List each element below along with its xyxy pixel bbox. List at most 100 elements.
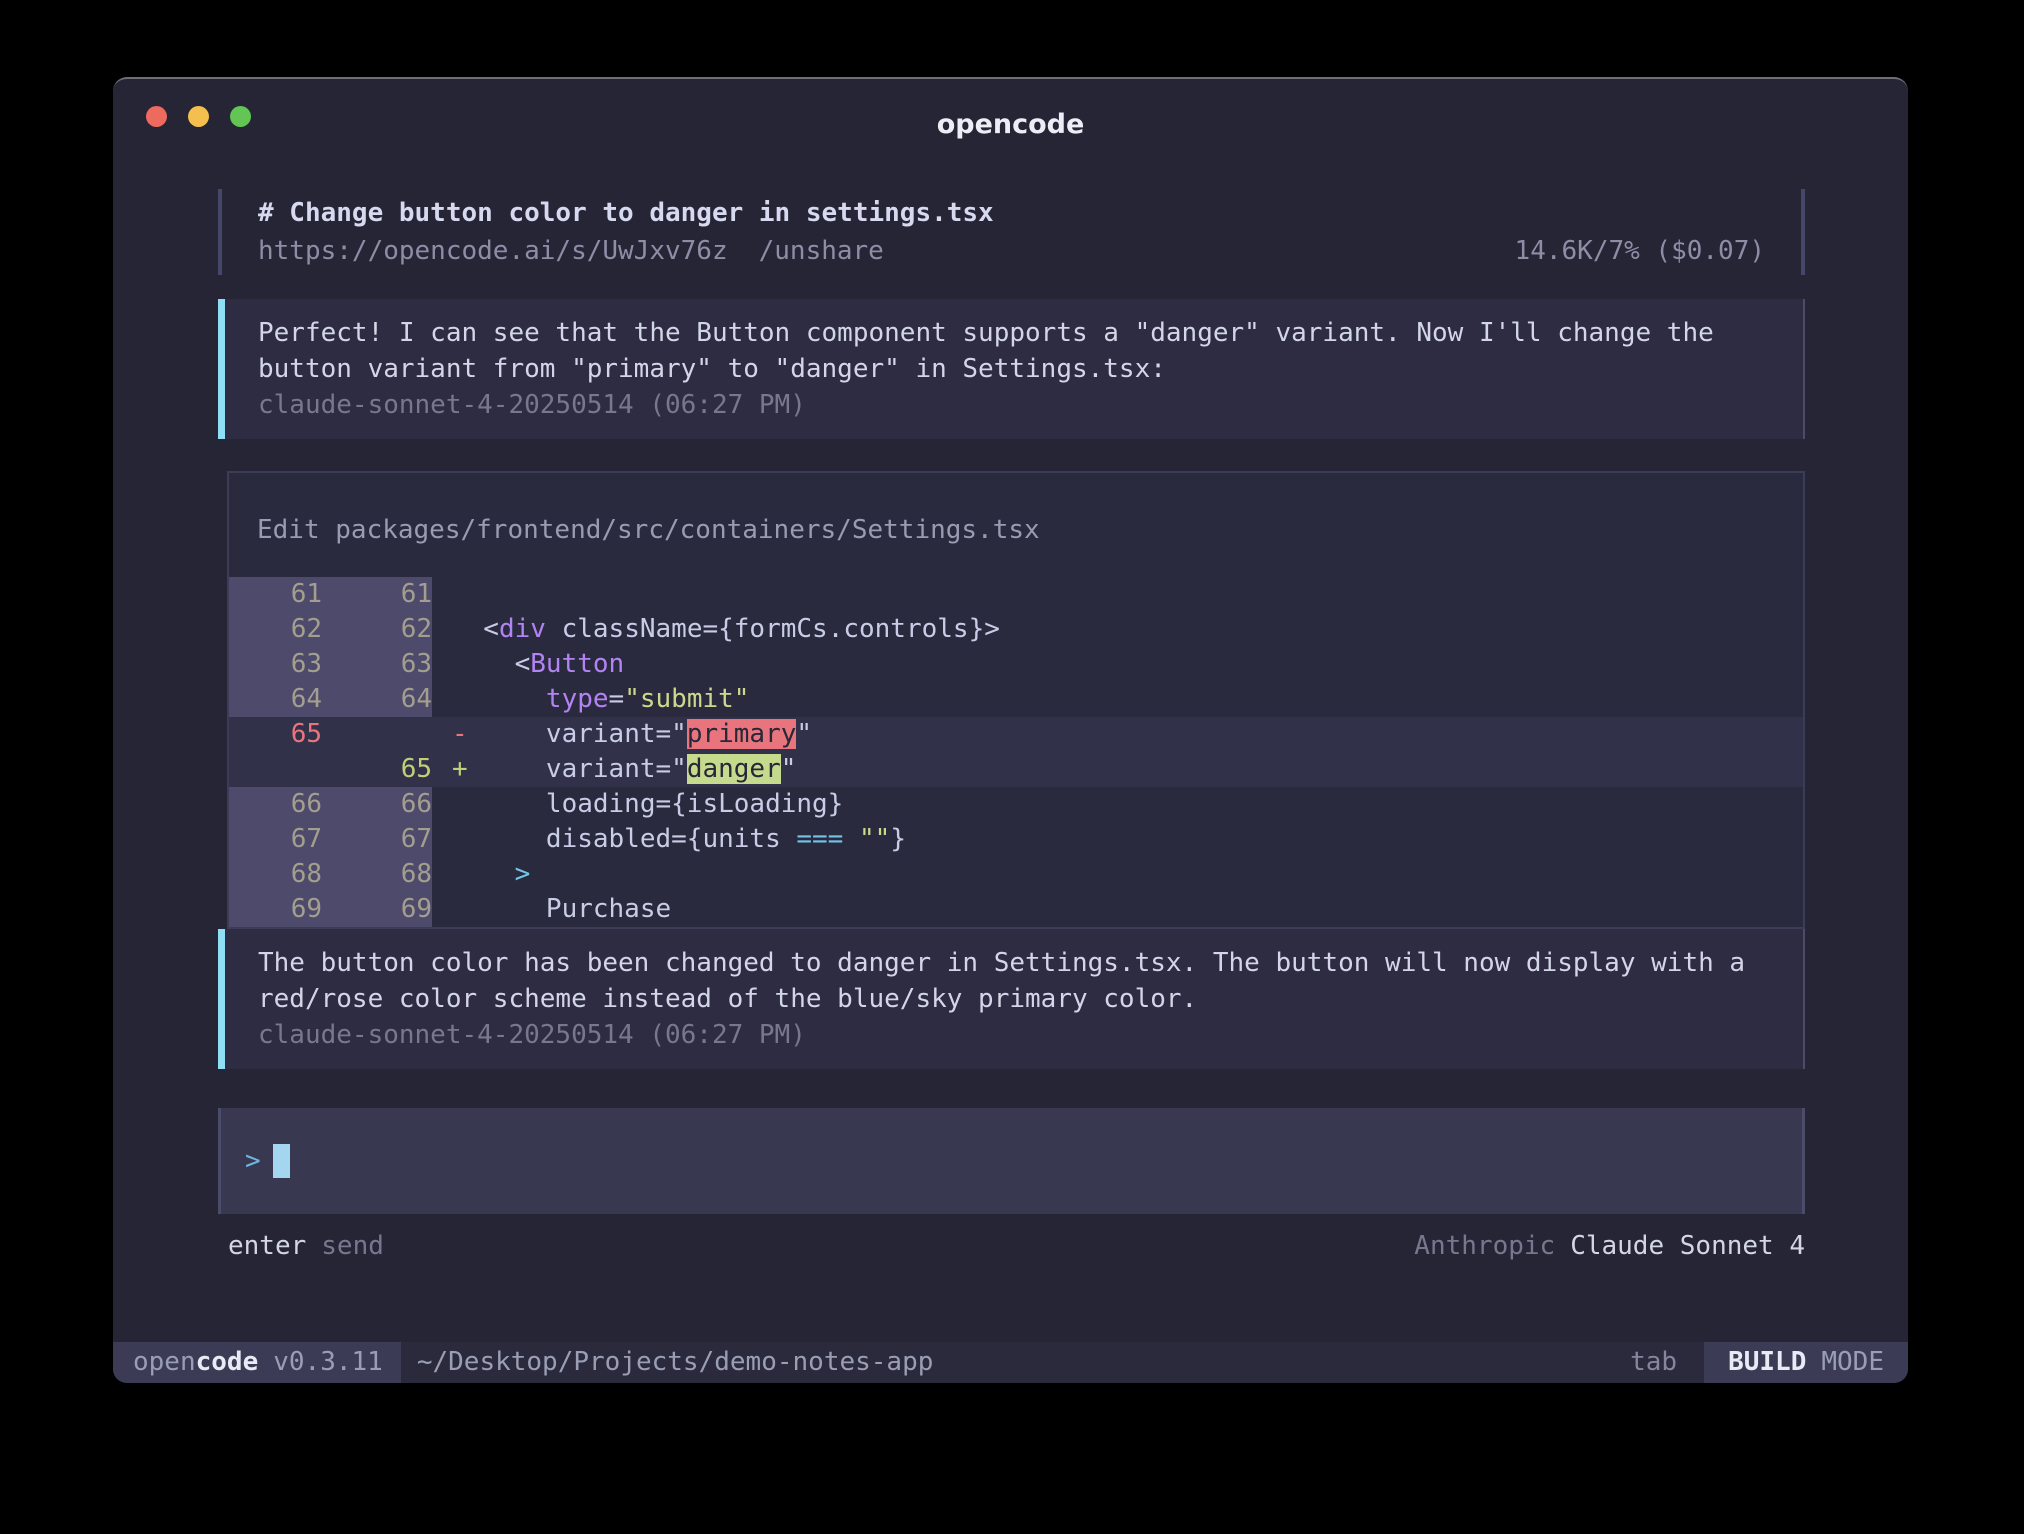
diff-code-line: >: [432, 857, 1803, 892]
diff-row: 6969 Purchase: [229, 892, 1803, 927]
diff-row: 6262 <div className={formCs.controls}>: [229, 612, 1803, 647]
diff-code-line: - variant="primary": [432, 717, 1803, 752]
diff-row: 65+ variant="danger": [229, 752, 1803, 787]
diff-change-marker: -: [452, 719, 468, 749]
working-directory: ~/Desktop/Projects/demo-notes-app: [417, 1342, 934, 1383]
diff-row: 6868 >: [229, 857, 1803, 892]
code-token: <: [452, 614, 499, 644]
code-token: disabled={units: [452, 824, 796, 854]
session-title: # Change button color to danger in setti…: [258, 194, 1765, 232]
mode-label: MODE: [1821, 1342, 1884, 1383]
diff-old-line-number: [229, 752, 322, 787]
assistant-message-meta: claude-sonnet-4-20250514 (06:27 PM): [258, 387, 1763, 423]
app-window: opencode # Change button color to danger…: [113, 77, 1908, 1383]
mode-switch-key-hint: tab: [1630, 1342, 1677, 1383]
diff-old-line-number: 68: [229, 857, 322, 892]
model-indicator: Anthropic Claude Sonnet 4: [1414, 1228, 1805, 1264]
token-usage-stats: 14.6K/7% ($0.07): [1515, 232, 1765, 270]
code-token: ===: [796, 824, 843, 854]
diff-old-line-number: 63: [229, 647, 322, 682]
assistant-message-meta: claude-sonnet-4-20250514 (06:27 PM): [258, 1017, 1763, 1053]
edit-tool-block: Edit packages/frontend/src/containers/Se…: [227, 471, 1805, 929]
diff-old-line-number: 64: [229, 682, 322, 717]
diff-row: 6161: [229, 577, 1803, 612]
input-hints: enter send Anthropic Claude Sonnet 4: [218, 1228, 1805, 1264]
send-hint-key: enter: [228, 1231, 306, 1261]
text-cursor: [273, 1144, 290, 1178]
window-title: opencode: [113, 109, 1908, 140]
diff-new-line-number: 64: [322, 682, 432, 717]
code-token: type: [546, 684, 609, 714]
code-token: >: [515, 859, 531, 889]
diff-old-line-number: 65: [229, 717, 322, 752]
code-token: ": [781, 754, 797, 784]
diff-change-marker: +: [452, 754, 468, 784]
diff-code-line: <div className={formCs.controls}>: [432, 612, 1803, 647]
send-hint-action: send: [321, 1231, 384, 1261]
diff-old-line-number: 66: [229, 787, 322, 822]
share-url-link[interactable]: https://opencode.ai/s/UwJxv76z: [258, 232, 728, 270]
app-version: v0.3.11: [273, 1342, 383, 1383]
diff-new-line-number: 61: [322, 577, 432, 612]
code-token: variant=": [468, 754, 687, 784]
code-token: [452, 859, 515, 889]
code-token: =: [609, 684, 625, 714]
code-token: [452, 684, 546, 714]
assistant-message-text: Perfect! I can see that the Button compo…: [258, 315, 1763, 387]
diff-row: 6666 loading={isLoading}: [229, 787, 1803, 822]
title-bar: opencode: [113, 79, 1908, 141]
session-content: # Change button color to danger in setti…: [218, 189, 1805, 1264]
diff-old-line-number: 62: [229, 612, 322, 647]
diff-row: 6363 <Button: [229, 647, 1803, 682]
diff-code-line: loading={isLoading}: [432, 787, 1803, 822]
code-token: className={formCs.controls}>: [546, 614, 1000, 644]
code-token: <: [452, 649, 530, 679]
diff-old-line-number: 67: [229, 822, 322, 857]
share-links: https://opencode.ai/s/UwJxv76z /unshare: [258, 232, 884, 270]
diff-new-line-number: 66: [322, 787, 432, 822]
mode-name: BUILD: [1728, 1342, 1806, 1383]
mode-chip[interactable]: BUILD MODE: [1704, 1342, 1908, 1383]
session-header: # Change button color to danger in setti…: [218, 189, 1805, 275]
assistant-message: The button color has been changed to dan…: [218, 929, 1805, 1069]
prompt-input[interactable]: >: [218, 1108, 1805, 1214]
diff-code-line: + variant="danger": [432, 752, 1803, 787]
diff-row: 6767 disabled={units === ""}: [229, 822, 1803, 857]
diff-new-line-number: 63: [322, 647, 432, 682]
diff-old-line-number: 61: [229, 577, 322, 612]
diff-code-line: type="submit": [432, 682, 1803, 717]
diff-code-line: Purchase: [432, 892, 1803, 927]
app-name-suffix: code: [196, 1342, 259, 1383]
status-bar: opencode v0.3.11 ~/Desktop/Projects/demo-…: [113, 1342, 1908, 1383]
code-token: variant=": [468, 719, 687, 749]
prompt-chevron-icon: >: [245, 1146, 261, 1176]
send-hint: enter send: [228, 1228, 384, 1264]
diff-new-line-number: 67: [322, 822, 432, 857]
code-token: primary: [687, 719, 797, 749]
diff-new-line-number: [322, 717, 432, 752]
assistant-message: Perfect! I can see that the Button compo…: [218, 299, 1805, 439]
diff: 61616262 <div className={formCs.controls…: [229, 577, 1803, 927]
app-version-chip: opencode v0.3.11: [113, 1342, 401, 1383]
diff-row: 6464 type="submit": [229, 682, 1803, 717]
code-token: div: [499, 614, 546, 644]
diff-code-line: [432, 577, 1803, 612]
diff-new-line-number: 62: [322, 612, 432, 647]
model-name: Claude Sonnet 4: [1570, 1231, 1805, 1261]
code-token: loading={isLoading}: [452, 789, 843, 819]
model-provider: Anthropic: [1414, 1231, 1555, 1261]
assistant-message-text: The button color has been changed to dan…: [258, 945, 1763, 1017]
code-token: "submit": [624, 684, 749, 714]
code-token: Purchase: [452, 894, 671, 924]
code-token: ": [796, 719, 812, 749]
diff-new-line-number: 69: [322, 892, 432, 927]
code-token: Button: [530, 649, 624, 679]
code-token: }: [890, 824, 906, 854]
diff-code-line: disabled={units === ""}: [432, 822, 1803, 857]
code-token: danger: [687, 754, 781, 784]
unshare-command[interactable]: /unshare: [759, 232, 884, 270]
session-subheader: https://opencode.ai/s/UwJxv76z /unshare …: [258, 232, 1765, 270]
diff-row: 65 - variant="primary": [229, 717, 1803, 752]
app-name-prefix: open: [133, 1342, 196, 1383]
diff-new-line-number: 65: [322, 752, 432, 787]
